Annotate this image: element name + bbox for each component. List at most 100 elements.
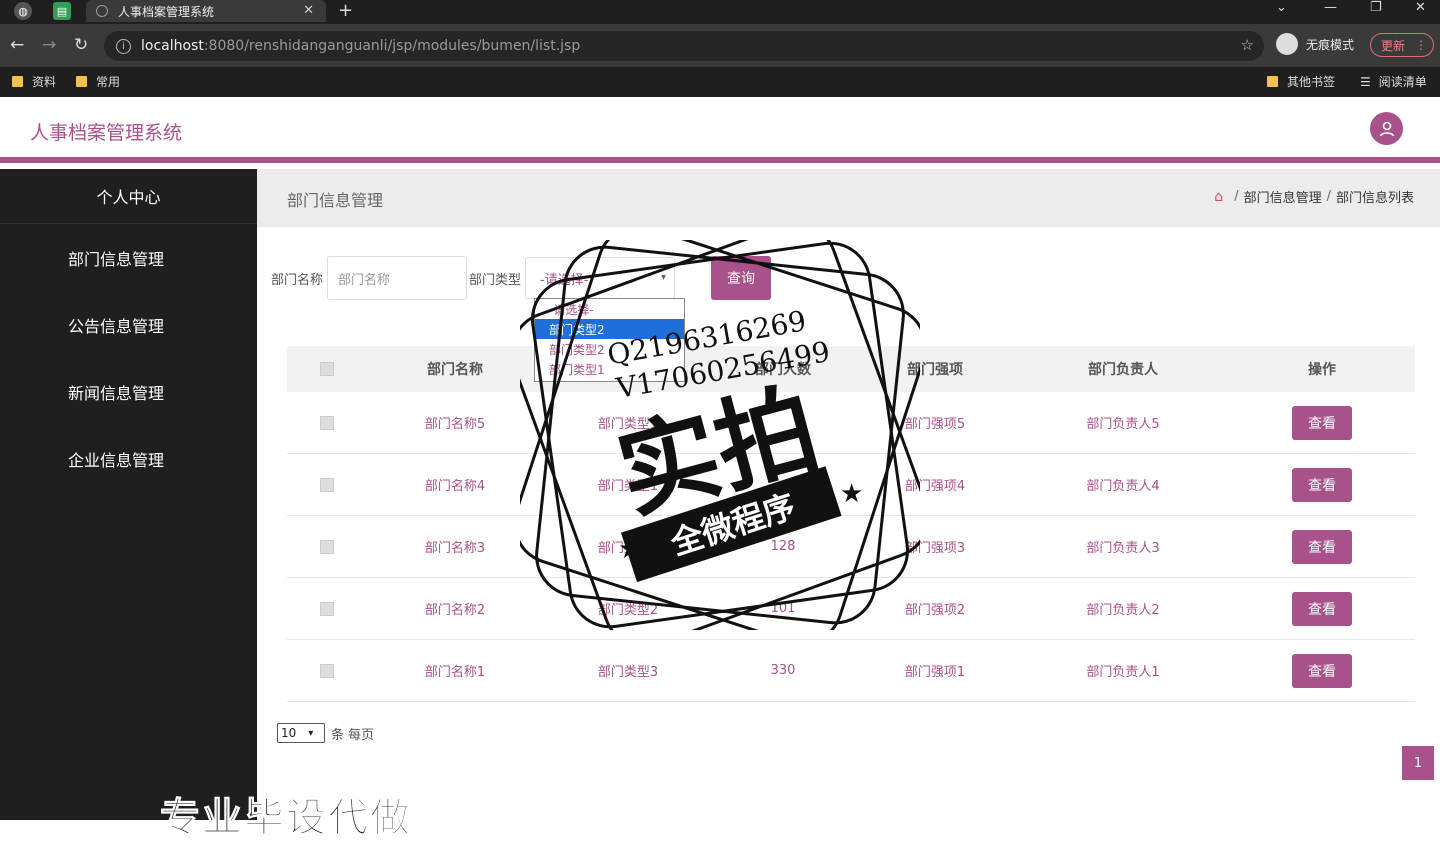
table-row: 部门名称5 部门类型1 部门强项5 部门负责人5 查看 — [287, 392, 1415, 454]
reading-list[interactable]: ☰ 阅读清单 — [1360, 73, 1427, 90]
cell-name: 部门名称4 — [424, 479, 486, 494]
cell-type: 部门类型3 — [597, 665, 659, 680]
breadcrumb-separator: / — [1326, 189, 1331, 204]
row-checkbox[interactable] — [320, 601, 334, 616]
globe-icon[interactable]: ◍ — [14, 2, 32, 20]
type-dropdown-list: -请选择- 部门类型2 部门类型2 部门类型1 — [534, 298, 685, 382]
update-label: 更新 — [1381, 38, 1406, 53]
sidebar-personal-center[interactable]: 个人中心 — [0, 169, 257, 224]
page-size-select[interactable]: 10 ▾ — [277, 723, 325, 743]
cell-type: 部门类型2 — [597, 603, 659, 618]
close-window-icon[interactable]: ✕ — [1415, 0, 1426, 15]
forward-icon[interactable]: → — [42, 35, 56, 55]
bookmark-label: 其他书签 — [1287, 75, 1336, 89]
table-row: 部门名称2 部门类型2 101 部门强项2 部门负责人2 查看 — [287, 578, 1415, 640]
main-content: 部门信息管理 ⌂ / 部门信息管理 / 部门信息列表 部门名称 部门名称 部门类… — [257, 169, 1440, 820]
breadcrumb-item[interactable]: 部门信息管理 — [1244, 187, 1322, 206]
select-all-checkbox[interactable] — [320, 362, 334, 376]
bookmarks-bar: 资料 常用 其他书签 ☰ 阅读清单 — [0, 67, 1440, 97]
site-info-icon[interactable]: i — [116, 38, 131, 54]
department-type-select[interactable]: -请选择- ▾ — [525, 257, 676, 299]
cell-count: 330 — [770, 663, 796, 678]
table-row: 部门名称1 部门类型3 330 部门强项1 部门负责人1 查看 — [287, 640, 1415, 702]
bookmark-folder[interactable]: 常用 — [76, 73, 120, 90]
view-button[interactable]: 查看 — [1292, 467, 1352, 502]
incognito-label: 无痕模式 — [1306, 37, 1355, 52]
cell-strength: 部门强项5 — [904, 417, 966, 432]
row-checkbox[interactable] — [320, 477, 334, 492]
per-page-label: 条 每页 — [331, 727, 375, 743]
col-leader: 部门负责人 — [1088, 362, 1158, 378]
reading-list-icon: ☰ — [1360, 74, 1371, 89]
row-checkbox[interactable] — [320, 663, 334, 678]
tab-strip: ◍ ▤ 人事档案管理系统 ✕ + ⌄ — ❐ ✕ — [0, 0, 1440, 22]
bookmark-label: 阅读清单 — [1378, 75, 1427, 89]
search-form: 部门名称 部门名称 部门类型 -请选择- ▾ 查询 — [271, 256, 772, 300]
cell-strength: 部门强项3 — [904, 541, 966, 556]
bookmark-folder[interactable]: 资料 — [12, 73, 56, 90]
tab-title: 人事档案管理系统 — [118, 4, 215, 19]
close-tab-icon[interactable]: ✕ — [303, 3, 314, 18]
address-bar-row: ← → ↻ i localhost :8080/renshidanganguan… — [0, 24, 1440, 67]
minimize-icon[interactable]: — — [1324, 0, 1337, 15]
folder-icon — [12, 76, 23, 87]
row-checkbox[interactable] — [320, 415, 334, 430]
view-button[interactable]: 查看 — [1292, 405, 1352, 440]
url-field[interactable]: i localhost :8080/renshidanganguanli/jsp… — [104, 31, 1264, 61]
page-size-value: 10 — [281, 726, 297, 740]
search-button[interactable]: 查询 — [711, 256, 772, 300]
cell-name: 部门名称2 — [424, 603, 486, 618]
bookmark-label: 常用 — [96, 75, 121, 89]
view-button[interactable]: 查看 — [1292, 529, 1352, 564]
other-bookmarks[interactable]: 其他书签 — [1267, 73, 1335, 90]
sheets-icon[interactable]: ▤ — [53, 2, 71, 20]
table-row: 部门名称4 部门类型1 部门强项4 部门负责人4 查看 — [287, 454, 1415, 516]
restore-icon[interactable]: ❐ — [1370, 0, 1382, 15]
cell-name: 部门名称1 — [424, 665, 486, 680]
sidebar: 个人中心 部门信息管理 公告信息管理 新闻信息管理 企业信息管理 — [0, 169, 257, 820]
sidebar-item-news[interactable]: 新闻信息管理 — [0, 358, 257, 425]
view-button[interactable]: 查看 — [1292, 591, 1352, 626]
cell-count: 101 — [770, 601, 796, 616]
cell-type: 部门类型1 — [597, 417, 659, 432]
sidebar-item-notice[interactable]: 公告信息管理 — [0, 291, 257, 358]
update-button[interactable]: 更新 ⋮ — [1370, 33, 1434, 57]
reload-icon[interactable]: ↻ — [74, 35, 88, 55]
breadcrumb: ⌂ / 部门信息管理 / 部门信息列表 — [1214, 187, 1414, 207]
breadcrumb-bar: 部门信息管理 ⌂ / 部门信息管理 / 部门信息列表 — [257, 169, 1440, 227]
name-label: 部门名称 — [271, 272, 324, 288]
cell-count: 128 — [770, 539, 796, 554]
page-number-button[interactable]: 1 — [1402, 746, 1434, 780]
view-button[interactable]: 查看 — [1292, 653, 1352, 688]
breadcrumb-item: 部门信息列表 — [1335, 191, 1414, 206]
breadcrumb-separator: / — [1234, 189, 1239, 204]
col-strength: 部门强项 — [907, 362, 963, 378]
user-avatar-icon[interactable] — [1370, 112, 1403, 145]
cell-leader: 部门负责人2 — [1086, 603, 1160, 618]
folder-icon — [1267, 76, 1278, 87]
sidebar-item-company[interactable]: 企业信息管理 — [0, 425, 257, 492]
cell-type: 部门类型1 — [597, 479, 659, 494]
back-icon[interactable]: ← — [10, 35, 24, 55]
dropdown-option[interactable]: 部门类型2 — [535, 339, 684, 359]
department-name-input[interactable]: 部门名称 — [327, 256, 468, 300]
tab-search-icon[interactable]: ⌄ — [1276, 0, 1287, 15]
row-checkbox[interactable] — [320, 539, 334, 554]
incognito-indicator[interactable]: 无痕模式 — [1276, 33, 1354, 55]
page-title: 部门信息管理 — [287, 191, 384, 210]
cell-strength: 部门强项2 — [904, 603, 966, 618]
bookmark-star-icon[interactable]: ☆ — [1241, 36, 1254, 54]
app: 人事档案管理系统 个人中心 部门信息管理 公告信息管理 新闻信息管理 企业信息管… — [0, 97, 1440, 820]
cell-leader: 部门负责人1 — [1086, 665, 1160, 680]
tab-active[interactable]: 人事档案管理系统 ✕ — [86, 0, 326, 22]
new-tab-icon[interactable]: + — [338, 0, 353, 21]
cell-leader: 部门负责人4 — [1086, 479, 1160, 494]
table-header: 部门名称 部门类型 部门人数 部门强项 部门负责人 操作 — [287, 346, 1415, 392]
type-label: 部门类型 — [469, 272, 522, 288]
sidebar-item-department[interactable]: 部门信息管理 — [0, 224, 257, 291]
dropdown-option[interactable]: 部门类型1 — [535, 359, 684, 379]
dropdown-option[interactable]: -请选择- — [535, 299, 684, 319]
department-table: 部门名称 部门类型 部门人数 部门强项 部门负责人 操作 部门名称5部门类型1部… — [287, 346, 1415, 702]
dropdown-option-highlighted[interactable]: 部门类型2 — [535, 319, 684, 339]
home-icon[interactable]: ⌂ — [1214, 189, 1223, 205]
